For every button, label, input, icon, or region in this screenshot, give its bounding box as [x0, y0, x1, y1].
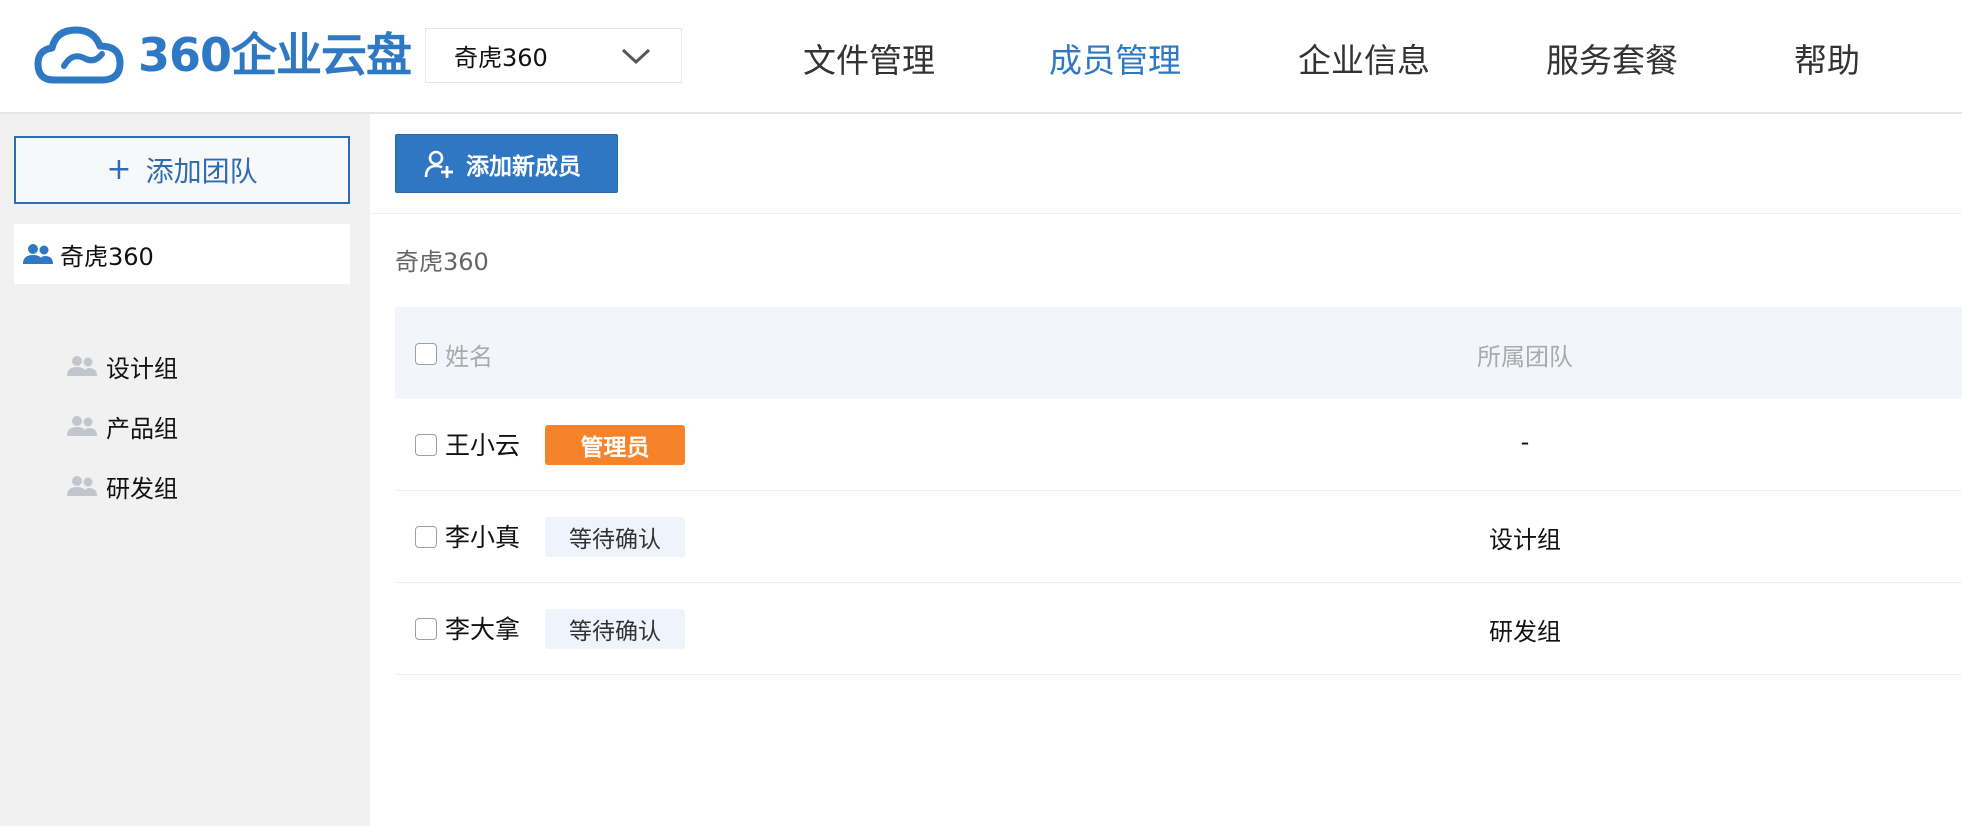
member-panel: 添加新成员 奇虎360 姓名 所属团队 王小云 管理员 - 李小真 等待确认 设… — [370, 114, 1962, 826]
breadcrumb: 奇虎360 — [395, 248, 489, 276]
select-all-checkbox[interactable] — [415, 343, 437, 365]
add-member-button[interactable]: 添加新成员 — [395, 134, 618, 193]
team-item-product[interactable]: 产品组 — [66, 406, 178, 446]
status-badge: 等待确认 — [545, 609, 685, 649]
add-user-icon — [424, 150, 453, 178]
status-badge: 等待确认 — [545, 517, 685, 557]
table-row[interactable]: 王小云 管理员 - — [395, 399, 1962, 491]
table-row[interactable]: 李大拿 等待确认 研发组 — [395, 583, 1962, 675]
row-checkbox[interactable] — [415, 526, 437, 548]
member-team: - — [1520, 428, 1530, 456]
member-team: 设计组 — [1489, 526, 1561, 554]
nav-member-management[interactable]: 成员管理 — [1049, 34, 1181, 82]
row-checkbox[interactable] — [415, 434, 437, 456]
team-item-label: 设计组 — [106, 354, 178, 383]
team-users-icon — [23, 244, 53, 264]
nav-enterprise-info[interactable]: 企业信息 — [1298, 34, 1430, 82]
team-item-label: 研发组 — [106, 474, 178, 503]
column-header-name: 姓名 — [445, 343, 493, 371]
team-item-design[interactable]: 设计组 — [66, 346, 178, 386]
column-header-team: 所属团队 — [1477, 343, 1573, 371]
role-badge: 管理员 — [545, 425, 685, 465]
team-item-root[interactable]: 奇虎360 — [14, 224, 350, 284]
add-member-label: 添加新成员 — [466, 153, 581, 180]
plus-icon: + — [106, 152, 132, 187]
logo-text: 360企业云盘 — [138, 28, 412, 82]
team-users-icon — [67, 416, 97, 436]
cloud-logo-icon — [34, 26, 124, 84]
member-table: 姓名 所属团队 王小云 管理员 - 李小真 等待确认 设计组 李大拿 等待确认 … — [395, 307, 1962, 675]
member-name: 李大拿 — [445, 615, 521, 644]
add-team-label: 添加团队 — [145, 155, 258, 188]
member-name: 王小云 — [445, 431, 521, 460]
table-row[interactable]: 李小真 等待确认 设计组 — [395, 491, 1962, 583]
chevron-down-icon — [621, 48, 651, 64]
top-header: 360企业云盘 奇虎360 文件管理 成员管理 企业信息 服务套餐 帮助 — [0, 0, 1962, 114]
team-users-icon — [67, 476, 97, 496]
member-team: 研发组 — [1489, 618, 1561, 646]
organization-select-value: 奇虎360 — [454, 44, 548, 72]
team-item-rnd[interactable]: 研发组 — [66, 466, 178, 506]
nav-help[interactable]: 帮助 — [1794, 34, 1860, 82]
member-name: 李小真 — [445, 523, 521, 552]
team-sidebar: + 添加团队 奇虎360 设计组 产品组 研发组 — [0, 114, 370, 826]
organization-select[interactable]: 奇虎360 — [425, 28, 682, 83]
nav-file-management[interactable]: 文件管理 — [803, 34, 935, 82]
toolbar-divider — [370, 213, 1962, 214]
nav-service-plan[interactable]: 服务套餐 — [1546, 34, 1678, 82]
team-users-icon — [67, 356, 97, 376]
team-item-label: 奇虎360 — [60, 242, 154, 271]
row-checkbox[interactable] — [415, 618, 437, 640]
team-item-label: 产品组 — [106, 414, 178, 443]
add-team-button[interactable]: + 添加团队 — [14, 136, 350, 204]
app-logo[interactable]: 360企业云盘 — [34, 24, 412, 86]
table-header: 姓名 所属团队 — [395, 307, 1962, 399]
